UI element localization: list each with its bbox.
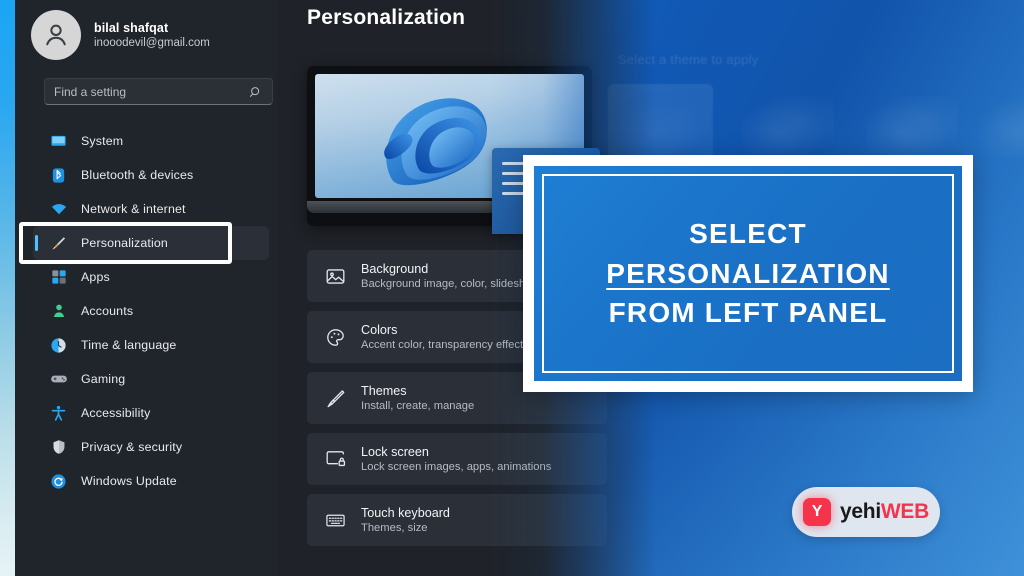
monitor-icon: [49, 132, 68, 151]
sidebar-item-windows-update[interactable]: Windows Update: [33, 464, 269, 498]
yehiweb-logo-icon: Y: [803, 498, 832, 526]
bluetooth-icon: [49, 166, 68, 185]
person-badge-icon: [49, 302, 68, 321]
sidebar-item-network-internet[interactable]: Network & internet: [33, 192, 269, 226]
wordmark-web: WEB: [880, 500, 929, 523]
callout-text: SELECT PERSONALIZATION FROM LEFT PANEL: [606, 214, 889, 333]
left-accent-strip: [0, 0, 15, 576]
sidebar-nav: System Bluetooth & devices Network & int…: [33, 124, 269, 498]
settings-row-subtitle: Background image, color, slideshow: [361, 278, 540, 290]
settings-sidebar: bilal shafqat inooodevil@gmail.com Find …: [15, 0, 277, 576]
sidebar-item-label: Bluetooth & devices: [81, 168, 194, 182]
faded-theme-thumb: [742, 96, 834, 158]
sidebar-item-label: Network & internet: [81, 202, 186, 216]
page-title: Personalization: [307, 6, 466, 29]
settings-row-title: Themes: [361, 384, 407, 398]
settings-row-lock-screen[interactable]: Lock screen Lock screen images, apps, an…: [307, 433, 607, 485]
sidebar-item-label: Apps: [81, 270, 110, 284]
settings-row-subtitle: Install, create, manage: [361, 400, 475, 412]
sidebar-item-label: Privacy & security: [81, 440, 183, 454]
sidebar-item-system[interactable]: System: [33, 124, 269, 158]
search-placeholder: Find a setting: [54, 84, 127, 99]
refresh-circle-icon: [49, 472, 68, 491]
sidebar-item-gaming[interactable]: Gaming: [33, 362, 269, 396]
sidebar-item-accessibility[interactable]: Accessibility: [33, 396, 269, 430]
clock-icon: [49, 336, 68, 355]
sidebar-item-time-language[interactable]: Time & language: [33, 328, 269, 362]
lock-screen-icon: [323, 447, 347, 471]
settings-row-title: Lock screen: [361, 445, 429, 459]
accessibility-person-icon: [49, 404, 68, 423]
yehiweb-badge: Y yehiWEB: [792, 487, 940, 537]
search-icon: [249, 85, 263, 99]
palette-icon: [323, 325, 347, 349]
callout-line-2: PERSONALIZATION: [606, 257, 890, 289]
sidebar-item-label: System: [81, 134, 124, 148]
faded-theme-thumb: [980, 96, 1024, 158]
shield-icon: [49, 438, 68, 457]
apps-grid-icon: [49, 268, 68, 287]
sidebar-item-label: Time & language: [81, 338, 177, 352]
settings-row-title: Background: [361, 262, 429, 276]
account-email: inooodevil@gmail.com: [94, 37, 210, 49]
picture-icon: [323, 264, 347, 288]
sidebar-item-apps[interactable]: Apps: [33, 260, 269, 294]
sidebar-item-label: Windows Update: [81, 474, 177, 488]
wordmark-yehi: yehi: [840, 500, 881, 523]
sidebar-item-label: Gaming: [81, 372, 126, 386]
paintbrush-icon: [323, 386, 347, 410]
sidebar-item-accounts[interactable]: Accounts: [33, 294, 269, 328]
paintbrush-icon: [49, 234, 68, 253]
settings-row-subtitle: Themes, size: [361, 522, 428, 534]
faded-theme-thumb: [866, 96, 958, 158]
wifi-icon: [49, 200, 68, 219]
avatar: [31, 10, 81, 60]
yehiweb-wordmark: yehiWEB: [840, 500, 929, 524]
settings-row-title: Touch keyboard: [361, 506, 450, 520]
instruction-callout: SELECT PERSONALIZATION FROM LEFT PANEL: [523, 155, 973, 392]
gamepad-icon: [49, 370, 68, 389]
sidebar-item-label: Accounts: [81, 304, 134, 318]
account-block[interactable]: bilal shafqat inooodevil@gmail.com: [31, 10, 210, 60]
keyboard-icon: [323, 508, 347, 532]
screenshot-stage: Select a theme to apply bilal shafqat in…: [0, 0, 1024, 576]
sidebar-item-label: Personalization: [81, 236, 168, 250]
sidebar-item-personalization[interactable]: Personalization: [33, 226, 269, 260]
sidebar-item-privacy-security[interactable]: Privacy & security: [33, 430, 269, 464]
sidebar-item-label: Accessibility: [81, 406, 151, 420]
callout-line-3: FROM LEFT PANEL: [608, 297, 888, 329]
settings-row-subtitle: Lock screen images, apps, animations: [361, 461, 552, 473]
search-input[interactable]: Find a setting: [44, 78, 273, 105]
account-name: bilal shafqat: [94, 21, 169, 35]
callout-line-1: SELECT: [689, 217, 807, 249]
sidebar-item-bluetooth-devices[interactable]: Bluetooth & devices: [33, 158, 269, 192]
yehiweb-logo-letter: Y: [811, 503, 823, 520]
settings-row-touch-keyboard[interactable]: Touch keyboard Themes, size: [307, 494, 607, 546]
